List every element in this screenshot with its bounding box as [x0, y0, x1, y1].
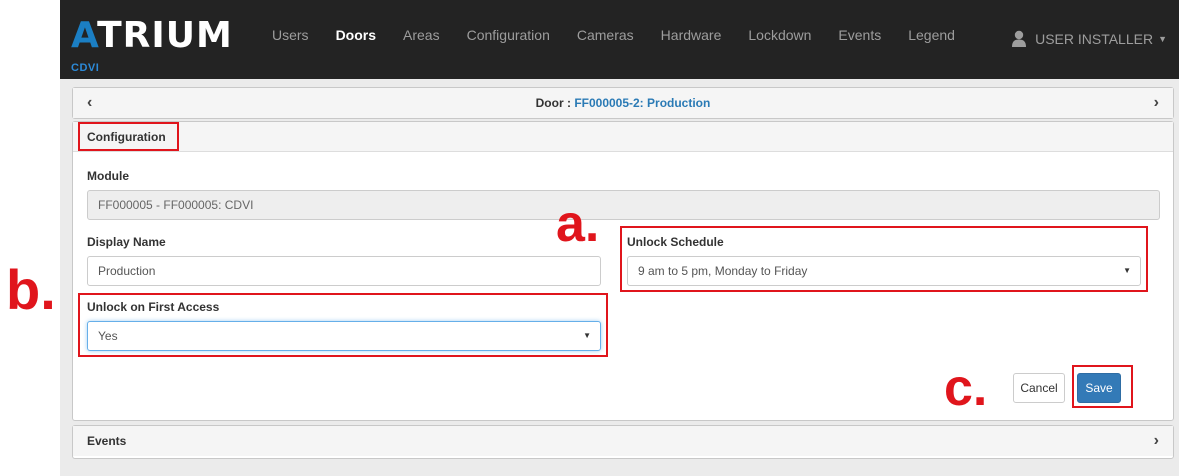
user-name: USER INSTALLER	[1035, 30, 1154, 47]
nav-item-legend[interactable]: Legend	[908, 27, 955, 43]
display-name-label: Display Name	[87, 235, 166, 249]
annotation-c: c.	[944, 359, 988, 417]
unlock-first-access-select[interactable]: Yes ▼	[87, 321, 601, 351]
module-field: FF000005 - FF000005: CDVI	[87, 190, 1160, 220]
unlock-schedule-label: Unlock Schedule	[627, 235, 724, 249]
nav-item-doors[interactable]: Doors	[336, 27, 376, 43]
main-content: ‹ Door : FF000005-2: Production › Config…	[60, 79, 1179, 476]
chevron-right-icon[interactable]: ›	[1154, 432, 1159, 450]
nav-item-users[interactable]: Users	[272, 27, 309, 43]
module-label: Module	[87, 169, 129, 183]
nav-item-areas[interactable]: Areas	[403, 27, 440, 43]
main-nav: Users Doors Areas Configuration Cameras …	[272, 27, 982, 43]
atrium-logo[interactable]: ATRIUM	[71, 18, 233, 54]
nav-item-cameras[interactable]: Cameras	[577, 27, 634, 43]
user-icon	[1012, 30, 1027, 47]
annotation-a: a.	[556, 195, 600, 253]
door-header-panel: ‹ Door : FF000005-2: Production ›	[72, 87, 1174, 119]
display-name-input[interactable]: Production	[87, 256, 601, 286]
door-name-link[interactable]: FF000005-2: Production	[574, 96, 710, 110]
events-title: Events	[87, 434, 127, 448]
caret-down-icon: ▼	[1158, 33, 1167, 44]
events-panel[interactable]: Events ›	[72, 425, 1174, 459]
nav-item-lockdown[interactable]: Lockdown	[748, 27, 811, 43]
door-title-prefix: Door :	[535, 96, 575, 110]
unlock-first-access-label: Unlock on First Access	[87, 300, 220, 314]
user-menu[interactable]: USER INSTALLER ▼	[1011, 30, 1167, 47]
cancel-button[interactable]: Cancel	[1013, 373, 1065, 403]
unlock-schedule-select[interactable]: 9 am to 5 pm, Monday to Friday ▼	[627, 256, 1141, 286]
select-caret-icon: ▼	[1123, 266, 1131, 275]
save-button[interactable]: Save	[1077, 373, 1121, 403]
configuration-panel: Configuration Module FF000005 - FF000005…	[72, 121, 1174, 421]
nav-item-hardware[interactable]: Hardware	[661, 27, 722, 43]
brand-subtitle: CDVI	[71, 62, 100, 74]
select-caret-icon: ▼	[583, 331, 591, 340]
logo-text: TRIUM	[97, 15, 233, 56]
configuration-title: Configuration	[87, 129, 166, 144]
top-navbar: ATRIUM CDVI Users Doors Areas Configurat…	[60, 0, 1179, 79]
unlock-first-access-value: Yes	[98, 329, 118, 343]
nav-item-configuration[interactable]: Configuration	[467, 27, 550, 43]
annotation-b: b.	[6, 258, 56, 321]
configuration-header[interactable]: Configuration	[73, 122, 1173, 152]
unlock-schedule-value: 9 am to 5 pm, Monday to Friday	[638, 264, 808, 278]
chevron-right-icon[interactable]: ›	[1154, 94, 1159, 112]
door-title: Door : FF000005-2: Production	[92, 96, 1153, 110]
nav-item-events[interactable]: Events	[838, 27, 881, 43]
logo-accent: A	[71, 15, 98, 56]
